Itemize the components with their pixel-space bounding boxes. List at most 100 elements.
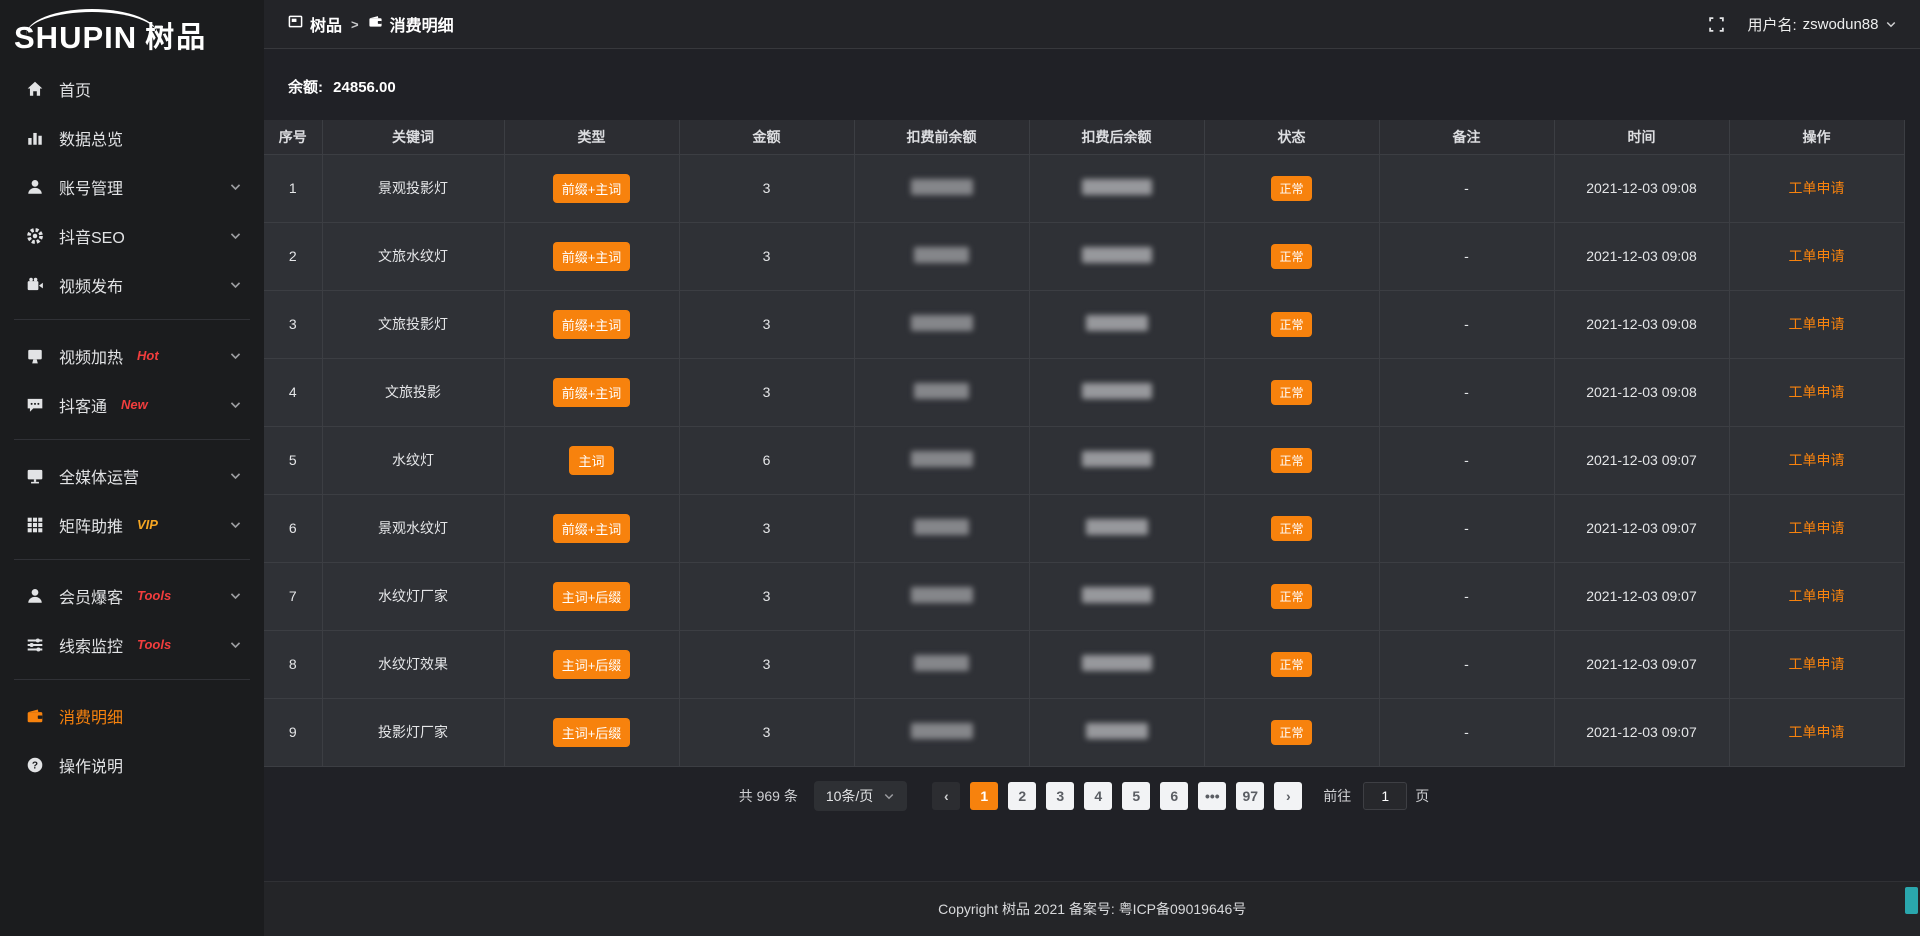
sidebar-item-gear[interactable]: 抖音SEO [0, 211, 264, 260]
page-button-3[interactable]: 3 [1046, 782, 1074, 810]
page-size-select[interactable]: 10条/页 [814, 781, 907, 811]
cell-type: 前缀+主词 [504, 494, 679, 562]
ticket-request-link[interactable]: 工单申请 [1789, 316, 1845, 332]
screen-icon [26, 347, 44, 365]
gear-icon [26, 227, 44, 245]
sidebar-item-screen[interactable]: 视频加热Hot [0, 331, 264, 380]
pagination: 共 969 条 10条/页 ‹ 123456•••97 › 前往 页 [264, 781, 1904, 811]
cell-amount: 3 [679, 290, 854, 358]
user-menu[interactable]: 用户名: zswodun88 [1747, 14, 1896, 35]
page-button-1[interactable]: 1 [970, 782, 998, 810]
side-widget[interactable] [1905, 887, 1918, 914]
cell-status: 正常 [1204, 222, 1379, 290]
cell-amount: 6 [679, 426, 854, 494]
cell-balance-after [1029, 698, 1204, 766]
timestamp: 2021-12-03 09:07 [1586, 588, 1697, 604]
ticket-request-link[interactable]: 工单申请 [1789, 384, 1845, 400]
masked-balance-before [914, 383, 969, 399]
goto-suffix: 页 [1415, 786, 1429, 806]
prev-page-button[interactable]: ‹ [932, 782, 960, 810]
chevron-down-icon [883, 790, 895, 802]
keyword: 文旅投影 [385, 384, 441, 400]
cell-note: - [1379, 154, 1554, 222]
wallet-icon [26, 707, 44, 725]
page-button-2[interactable]: 2 [1008, 782, 1036, 810]
ticket-request-link[interactable]: 工单申请 [1789, 248, 1845, 264]
ticket-request-link[interactable]: 工单申请 [1789, 520, 1845, 536]
user-icon [26, 178, 44, 196]
type-badge: 主词+后缀 [553, 718, 631, 747]
app-window: SHUPIN 树品 首页数据总览账号管理抖音SEO视频发布视频加热Hot抖客通N… [0, 0, 1920, 936]
logo-text-cn: 树品 [145, 14, 207, 56]
masked-balance-before [911, 179, 973, 195]
ticket-request-link[interactable]: 工单申请 [1789, 656, 1845, 672]
breadcrumb-item-home[interactable]: 树品 [288, 12, 342, 36]
brand-logo[interactable]: SHUPIN 树品 [0, 0, 264, 64]
column-header: 序号 [264, 120, 322, 154]
masked-balance-after [1086, 519, 1148, 535]
status-badge: 正常 [1271, 312, 1311, 337]
sidebar-item-label: 操作说明 [59, 753, 123, 777]
keyword: 文旅投影灯 [378, 316, 448, 332]
cell-balance-before [854, 562, 1029, 630]
note: - [1464, 180, 1469, 196]
sidebar-item-monitor[interactable]: 全媒体运营 [0, 451, 264, 500]
column-header: 状态 [1204, 120, 1379, 154]
breadcrumb-item-current[interactable]: 消费明细 [368, 12, 454, 36]
masked-balance-before [914, 519, 969, 535]
ticket-request-link[interactable]: 工单申请 [1789, 588, 1845, 604]
type-badge: 主词 [569, 446, 613, 475]
sidebar-item-help[interactable]: ?操作说明 [0, 740, 264, 789]
content-area: 余额: 24856.00 序号关键词类型金额扣费前余额扣费后余额状态备注时间操作… [264, 49, 1920, 881]
type-badge: 主词+后缀 [553, 650, 631, 679]
fullscreen-icon[interactable] [1708, 16, 1725, 33]
cell-type: 主词 [504, 426, 679, 494]
sidebar-item-home[interactable]: 首页 [0, 64, 264, 113]
next-page-button[interactable]: › [1274, 782, 1302, 810]
wallet-icon [368, 14, 383, 34]
home-icon [26, 80, 44, 98]
type-badge: 前缀+主词 [553, 174, 631, 203]
cell-type: 前缀+主词 [504, 222, 679, 290]
row-index: 6 [289, 520, 297, 536]
sidebar-item-bar-chart[interactable]: 数据总览 [0, 113, 264, 162]
cell-time: 2021-12-03 09:07 [1554, 426, 1729, 494]
sidebar-item-member[interactable]: 会员爆客Tools [0, 571, 264, 620]
consumption-table: 序号关键词类型金额扣费前余额扣费后余额状态备注时间操作 1景观投影灯前缀+主词3… [264, 120, 1905, 767]
keyword: 景观水纹灯 [378, 520, 448, 536]
cell-status: 正常 [1204, 426, 1379, 494]
sidebar-item-label: 线索监控 [59, 633, 123, 657]
sidebar-item-chat[interactable]: 抖客通New [0, 380, 264, 429]
sidebar-item-wallet[interactable]: 消费明细 [0, 691, 264, 740]
member-icon [26, 587, 44, 605]
page-button-97[interactable]: 97 [1236, 782, 1264, 810]
sidebar-item-user[interactable]: 账号管理 [0, 162, 264, 211]
masked-balance-before [911, 451, 973, 467]
balance: 余额: 24856.00 [288, 76, 1905, 97]
cell-note: - [1379, 290, 1554, 358]
cell-amount: 3 [679, 494, 854, 562]
ticket-request-link[interactable]: 工单申请 [1789, 180, 1845, 196]
column-header: 备注 [1379, 120, 1554, 154]
sidebar-item-grid[interactable]: 矩阵助推VIP [0, 500, 264, 549]
cell-note: - [1379, 222, 1554, 290]
ticket-request-link[interactable]: 工单申请 [1789, 452, 1845, 468]
cell-note: - [1379, 630, 1554, 698]
page-button-5[interactable]: 5 [1122, 782, 1150, 810]
cell-balance-after [1029, 290, 1204, 358]
cell-time: 2021-12-03 09:08 [1554, 290, 1729, 358]
sidebar-divider [14, 559, 250, 560]
table-row: 5水纹灯主词6正常-2021-12-03 09:07工单申请 [264, 426, 1904, 494]
type-badge: 前缀+主词 [553, 310, 631, 339]
cell-balance-after [1029, 494, 1204, 562]
more-pages-button[interactable]: ••• [1198, 782, 1226, 810]
chevron-down-icon [229, 180, 242, 193]
sidebar-item-sliders[interactable]: 线索监控Tools [0, 620, 264, 669]
cell-status: 正常 [1204, 630, 1379, 698]
page-button-6[interactable]: 6 [1160, 782, 1188, 810]
sidebar-item-video[interactable]: 视频发布 [0, 260, 264, 309]
balance-label: 余额: [288, 79, 323, 96]
goto-page-input[interactable] [1363, 782, 1407, 810]
page-button-4[interactable]: 4 [1084, 782, 1112, 810]
ticket-request-link[interactable]: 工单申请 [1789, 724, 1845, 740]
